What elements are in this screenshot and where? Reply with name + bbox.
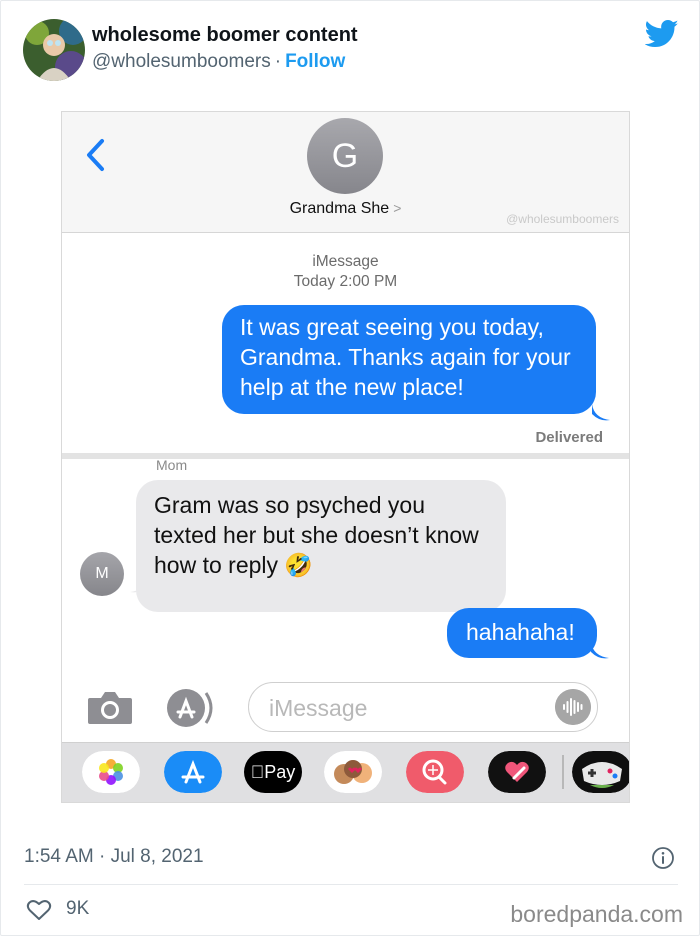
author-handle[interactable]: @wholesumboomers	[92, 51, 271, 72]
follow-button[interactable]: Follow	[285, 51, 345, 72]
apple-logo-icon: 	[251, 762, 265, 782]
back-chevron-icon[interactable]	[84, 138, 108, 172]
twitter-bird-icon[interactable]	[645, 19, 679, 49]
bubble-tail	[591, 642, 609, 659]
sent-message-bubble[interactable]: It was great seeing you today, Grandma. …	[222, 305, 596, 414]
message-input-placeholder: iMessage	[269, 695, 368, 721]
app-drawer: Pay	[62, 742, 630, 802]
game-pigeon-app-icon[interactable]	[572, 751, 630, 793]
conversation-header: G Grandma She > @wholesumboomers	[62, 112, 629, 233]
separator-dot: ·	[274, 51, 282, 72]
heart-icon[interactable]	[26, 898, 52, 922]
received-message-bubble[interactable]: Gram was so psyched you texted her but s…	[136, 480, 506, 612]
app-store-app-icon[interactable]	[164, 751, 222, 793]
contact-name-label: Grandma She	[289, 200, 390, 217]
bubble-tail	[592, 404, 610, 421]
author-handle-line: @wholesumboomers · Follow	[92, 51, 345, 73]
time-label: Today 2:00 PM	[293, 273, 398, 290]
camera-icon[interactable]	[86, 690, 134, 726]
contact-avatar[interactable]: G	[307, 118, 383, 194]
source-watermark: boredpanda.com	[510, 901, 683, 927]
screenshot-seam	[62, 453, 629, 459]
like-count[interactable]: 9K	[66, 898, 89, 920]
digital-touch-app-icon[interactable]	[488, 751, 546, 793]
imessage-screenshot: G Grandma She > @wholesumboomers iMessage…	[61, 111, 630, 803]
message-input[interactable]: iMessage	[248, 682, 598, 732]
compose-toolbar: iMessage	[62, 672, 629, 742]
author-name[interactable]: wholesome boomer content	[92, 24, 358, 47]
tweet-timestamp[interactable]: 1:54 AM · Jul 8, 2021	[24, 846, 204, 868]
app-drawer-divider	[562, 755, 564, 789]
sender-name: Mom	[156, 457, 188, 473]
audio-record-icon[interactable]	[555, 689, 591, 725]
conversation-timestamp: iMessage Today 2:00 PM	[62, 252, 629, 292]
delivered-status: Delivered	[535, 429, 603, 446]
memoji-stickers-app-icon[interactable]	[324, 751, 382, 793]
tweet-card: wholesome boomer content @wholesumboomer…	[0, 0, 700, 936]
bubble-tail	[130, 576, 148, 593]
sent-message-bubble[interactable]: hahahaha!	[447, 608, 597, 658]
author-avatar[interactable]	[23, 19, 85, 81]
service-label: iMessage	[312, 253, 379, 270]
screenshot-watermark: @wholesumboomers	[506, 212, 619, 226]
info-icon[interactable]	[651, 846, 675, 870]
contact-chevron-icon: >	[393, 200, 402, 216]
footer-divider	[24, 884, 678, 885]
apple-pay-text: Pay	[257, 762, 295, 782]
app-store-drawer-icon[interactable]	[166, 687, 218, 729]
sender-avatar[interactable]: M	[80, 552, 124, 596]
image-search-app-icon[interactable]	[406, 751, 464, 793]
photos-app-icon[interactable]	[82, 751, 140, 793]
apple-pay-app-icon[interactable]: Pay	[244, 751, 302, 793]
apple-pay-label: Pay	[244, 751, 302, 793]
